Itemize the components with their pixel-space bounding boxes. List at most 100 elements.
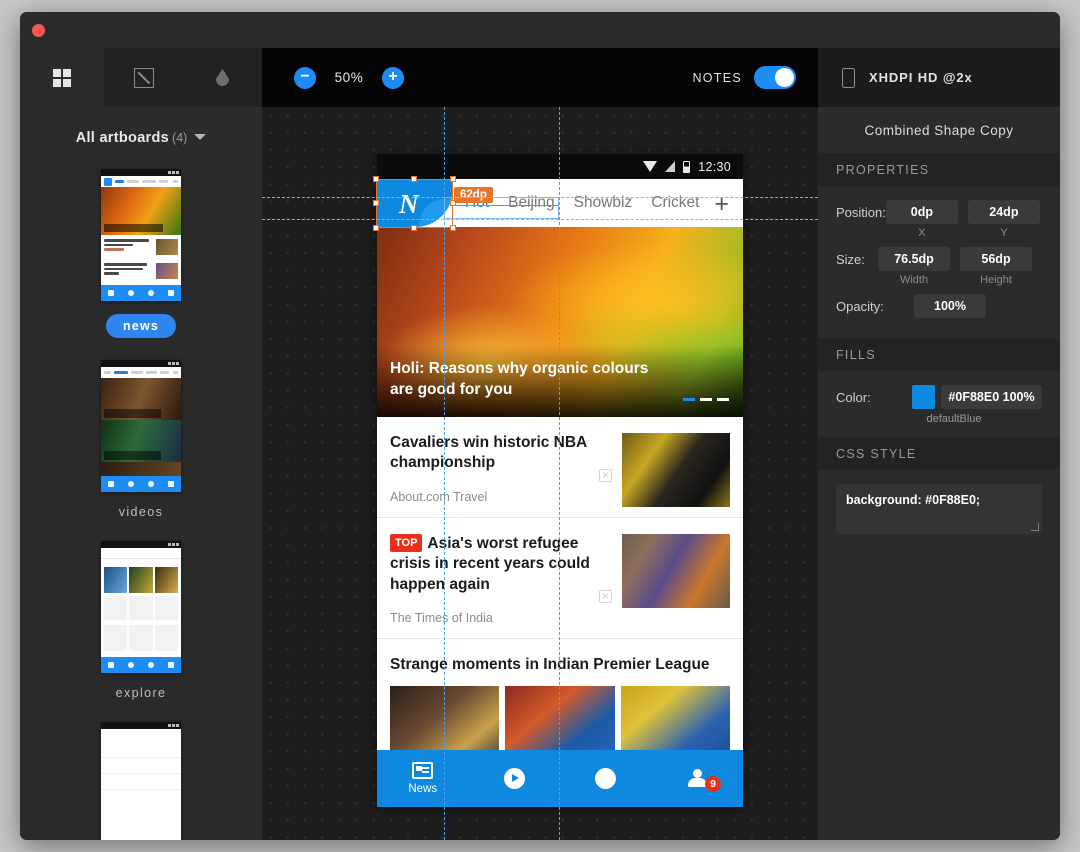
artboards-toggle-button[interactable]: [20, 48, 104, 107]
color-value-field[interactable]: #0F88E0 100%: [941, 385, 1042, 409]
artboard-item-news[interactable]: news: [20, 169, 262, 338]
artboards-sidebar[interactable]: All artboards (4) news videos explore: [20, 107, 262, 840]
status-time: 12:30: [698, 159, 731, 174]
smart-guide: [559, 107, 560, 840]
zoom-out-button[interactable]: −: [294, 66, 316, 89]
size-width-field[interactable]: 76.5dp: [878, 247, 950, 271]
artboards-header[interactable]: All artboards (4): [20, 107, 262, 147]
resize-handle[interactable]: [411, 225, 417, 231]
color-name-label: defaultBlue: [926, 413, 982, 425]
device-selector[interactable]: XHDPI HD @2x: [818, 48, 1060, 107]
opacity-field[interactable]: 100%: [914, 294, 986, 318]
title-bar: [20, 12, 1060, 48]
plus-icon[interactable]: +: [714, 192, 729, 217]
signal-icon: [665, 161, 676, 172]
article-headline: TOP Asia's worst refugee crisis in recent…: [390, 534, 612, 595]
selection-bounds[interactable]: [376, 179, 453, 228]
design-canvas[interactable]: 12:30 N Hot Beijing Showbiz Cricket +: [262, 107, 818, 840]
nav-label-news: News: [408, 783, 438, 795]
size-height-field[interactable]: 56dp: [960, 247, 1032, 271]
wifi-icon: [643, 161, 658, 172]
nav-item-profile[interactable]: 9: [652, 769, 744, 792]
zoom-controls: − 50% + NOTES: [262, 48, 818, 107]
css-style-header: CSS STYLE: [818, 437, 1060, 470]
app-window: − 50% + NOTES XHDPI HD @2x All artboards…: [20, 12, 1060, 840]
close-icon[interactable]: ✕: [599, 590, 612, 604]
chevron-down-icon[interactable]: [194, 134, 207, 140]
artboard-item-explore[interactable]: explore: [20, 541, 262, 700]
fills-body: Color: #0F88E0 100% defaultBlue: [818, 371, 1060, 437]
note-edit-button[interactable]: [104, 67, 183, 88]
artboard-label-videos[interactable]: videos: [119, 505, 164, 519]
artboard-thumbnail[interactable]: [101, 722, 181, 840]
hover-bounds: [444, 197, 559, 219]
resize-grip-icon[interactable]: [1031, 523, 1039, 531]
artboard-thumbnail[interactable]: [101, 360, 181, 492]
notes-toggle[interactable]: [754, 66, 796, 89]
nav-item-explore[interactable]: [560, 768, 652, 789]
status-badge: TOP: [390, 534, 423, 552]
zoom-in-button[interactable]: +: [382, 66, 404, 89]
position-x-field[interactable]: 0dp: [885, 200, 958, 224]
tool-group: [104, 48, 262, 107]
artboard-label-explore[interactable]: explore: [116, 686, 167, 700]
article-row[interactable]: Cavaliers win historic NBA championship …: [377, 417, 743, 518]
article-row[interactable]: TOP Asia's worst refugee crisis in recent…: [377, 518, 743, 640]
size-width-sublabel: Width: [899, 274, 929, 286]
zoom-level-value: 50%: [334, 70, 364, 85]
size-row: Size: 76.5dp Width 56dp Height: [836, 247, 1042, 286]
opacity-row: Opacity: 100%: [836, 294, 1042, 318]
inspector-panel: Combined Shape Copy PROPERTIES Position:…: [818, 107, 1060, 840]
artboard-label-news[interactable]: news: [105, 314, 177, 338]
artboard-canvas-news[interactable]: 12:30 N Hot Beijing Showbiz Cricket +: [377, 154, 743, 807]
artboard-item-profile[interactable]: profile: [20, 722, 262, 840]
article-thumbnail: [622, 433, 730, 507]
artboards-title: All artboards: [75, 130, 170, 146]
color-picker-button[interactable]: [183, 69, 262, 86]
position-y-sublabel: Y: [1000, 227, 1008, 239]
close-icon[interactable]: ✕: [599, 468, 612, 482]
resize-handle[interactable]: [373, 225, 379, 231]
artboard-thumbnail[interactable]: [101, 541, 181, 673]
artboard-thumbnail[interactable]: [101, 169, 181, 301]
alignment-guide: [262, 219, 818, 220]
fills-header: FILLS: [818, 338, 1060, 371]
article-source: The Times of India: [390, 611, 493, 626]
close-window-button[interactable]: [32, 24, 45, 37]
position-label: Position:: [836, 205, 886, 220]
bottom-navigation[interactable]: News 9: [377, 750, 743, 807]
carousel-dots[interactable]: [683, 398, 729, 401]
article-source: About.com Travel: [390, 489, 488, 504]
color-label: Color:: [836, 389, 871, 405]
resize-handle[interactable]: [373, 200, 379, 206]
position-x-sublabel: X: [918, 227, 926, 239]
resize-handle[interactable]: [450, 176, 456, 182]
hero-headline: Holi: Reasons why organic colours are go…: [390, 360, 649, 399]
nav-item-news[interactable]: News: [377, 762, 469, 795]
position-y-field[interactable]: 24dp: [967, 200, 1040, 224]
zoom-in-label: +: [388, 67, 398, 85]
play-icon: [503, 768, 525, 789]
color-swatch[interactable]: [911, 385, 936, 409]
size-label: Size:: [836, 252, 865, 267]
compass-icon: [595, 768, 617, 789]
alignment-guide: [262, 197, 818, 198]
note-edit-icon: [133, 67, 154, 88]
nav-item-videos[interactable]: [469, 768, 561, 789]
artboard-item-videos[interactable]: videos: [20, 360, 262, 519]
article-thumbnail: [622, 533, 730, 608]
css-style-value: background: #0F88E0;: [846, 493, 981, 507]
position-row: Position: 0dp X 24dp Y: [836, 200, 1042, 239]
article-headline: Cavaliers win historic NBA championship: [390, 434, 587, 472]
resize-handle[interactable]: [450, 225, 456, 231]
grid-icon: [53, 68, 71, 87]
hero-article[interactable]: Holi: Reasons why organic colours are go…: [377, 227, 743, 417]
artboards-count: (4): [172, 131, 188, 145]
resize-handle[interactable]: [411, 176, 417, 182]
properties-header: PROPERTIES: [818, 153, 1060, 186]
notification-badge: 9: [705, 776, 721, 792]
water-drop-icon: [216, 69, 229, 86]
css-style-textarea[interactable]: background: #0F88E0;: [836, 484, 1042, 534]
toolbar: − 50% + NOTES XHDPI HD @2x: [20, 48, 1060, 107]
resize-handle[interactable]: [373, 176, 379, 182]
